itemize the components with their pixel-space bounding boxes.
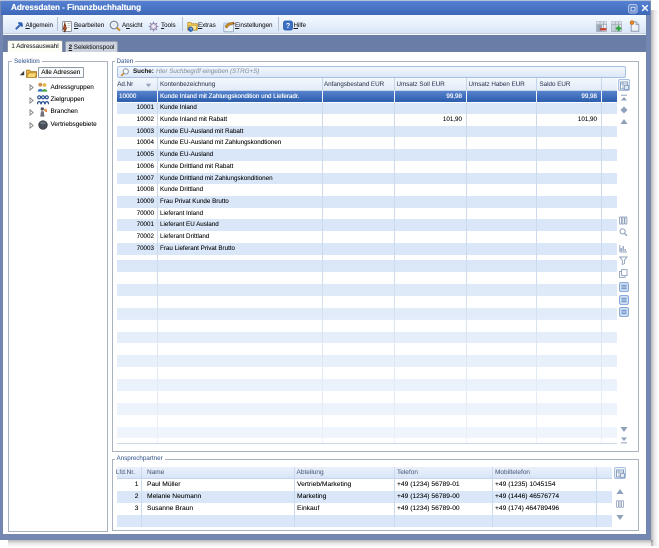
svg-text:?: ? [285,22,289,30]
